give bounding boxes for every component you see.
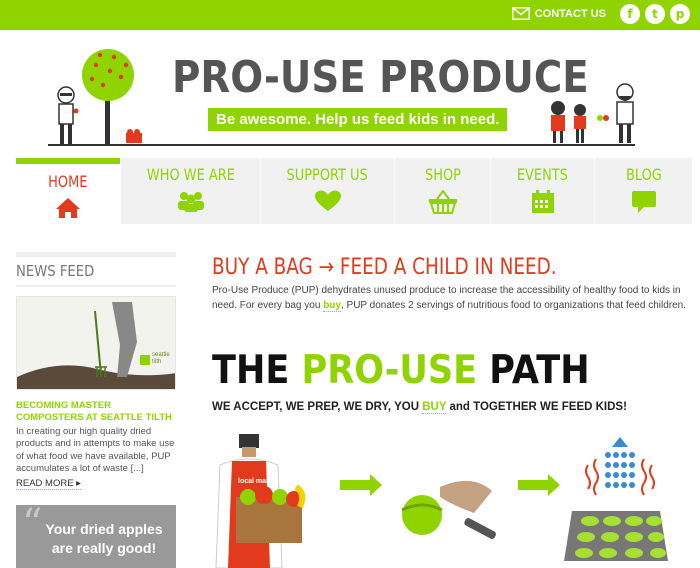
- arrow-icon: [518, 474, 560, 496]
- nav-label: HOME: [48, 172, 88, 191]
- family-illustration: [551, 83, 634, 143]
- nav-item-support-us[interactable]: SUPPORT US: [260, 158, 394, 224]
- arrow-icon: [340, 474, 382, 496]
- seattle-tilth-badge: seattle tilth: [152, 352, 170, 365]
- sidebar-divider: [16, 252, 176, 257]
- main-nav: HOME WHO WE ARE SUPPORT US SHOP EVENTS B…: [16, 158, 692, 224]
- home-icon: [55, 197, 81, 224]
- sidebar-divider: [16, 285, 176, 287]
- contact-us-label: CONTACT US: [534, 7, 606, 20]
- path-heading: THE PRO-USE PATH: [212, 348, 590, 393]
- accept-step-illustration: [215, 434, 306, 568]
- contact-us-link[interactable]: CONTACT US: [511, 7, 606, 20]
- twitter-icon[interactable]: t: [645, 4, 665, 24]
- nav-label: SUPPORT US: [286, 165, 369, 184]
- pinterest-icon[interactable]: p: [670, 4, 690, 24]
- nav-item-events[interactable]: EVENTS: [490, 158, 594, 224]
- nav-item-blog[interactable]: BLOG: [594, 158, 692, 224]
- testimonial-quote: “ Your dried apples are really good!: [16, 501, 176, 568]
- basket-icon: [428, 189, 458, 219]
- news-headline[interactable]: BECOMING MASTER COMPOSTERS AT SEATTLE TI…: [16, 400, 181, 424]
- news-feed-title: NEWS FEED: [16, 262, 95, 280]
- speech-bubble-icon: [631, 190, 657, 219]
- facebook-icon[interactable]: f: [620, 4, 640, 24]
- heart-icon: [314, 190, 342, 217]
- envelope-icon: [511, 7, 530, 20]
- apron-label: local market: [238, 478, 280, 485]
- nav-label: EVENTS: [516, 165, 569, 184]
- nav-item-shop[interactable]: SHOP: [394, 158, 490, 224]
- nav-label: BLOG: [625, 165, 662, 184]
- path-subheading: WE ACCEPT, WE PREP, WE DRY, YOU BUY and …: [212, 401, 627, 414]
- calendar-icon: [531, 190, 555, 219]
- news-image[interactable]: seattle tilth: [16, 296, 176, 390]
- top-bar: CONTACT US f t p: [0, 0, 700, 30]
- buy-link[interactable]: BUY: [422, 401, 447, 414]
- nav-label: SHOP: [424, 165, 461, 184]
- site-brand-title[interactable]: PRO-USE PRODUCE: [172, 52, 589, 103]
- tagline: Be awesome. Help us feed kids in need.: [208, 108, 508, 131]
- tree-illustration: [57, 49, 142, 145]
- pro-use-path-illustration: local market: [212, 425, 700, 568]
- ground-line: [48, 144, 635, 146]
- prep-step-illustration: [401, 480, 496, 539]
- quote-text: Your dried apples are really good!: [45, 521, 163, 556]
- people-icon: [176, 190, 206, 217]
- intro-paragraph: Pro-Use Produce (PUP) dehydrates unused …: [212, 285, 686, 312]
- news-body: In creating our high quality dried produ…: [16, 426, 175, 475]
- site-header: PRO-USE PRODUCE Be awesome. Help us feed…: [0, 30, 700, 155]
- dry-step-illustration: [564, 437, 668, 561]
- nav-label: WHO WE ARE: [146, 165, 235, 184]
- buy-link[interactable]: buy: [323, 300, 341, 312]
- buy-heading: BUY A BAG → FEED A CHILD IN NEED.: [212, 255, 557, 280]
- nav-item-home[interactable]: HOME: [16, 158, 120, 224]
- nav-item-who-we-are[interactable]: WHO WE ARE: [120, 158, 260, 224]
- read-more-link[interactable]: READ MORE ▸: [16, 478, 81, 490]
